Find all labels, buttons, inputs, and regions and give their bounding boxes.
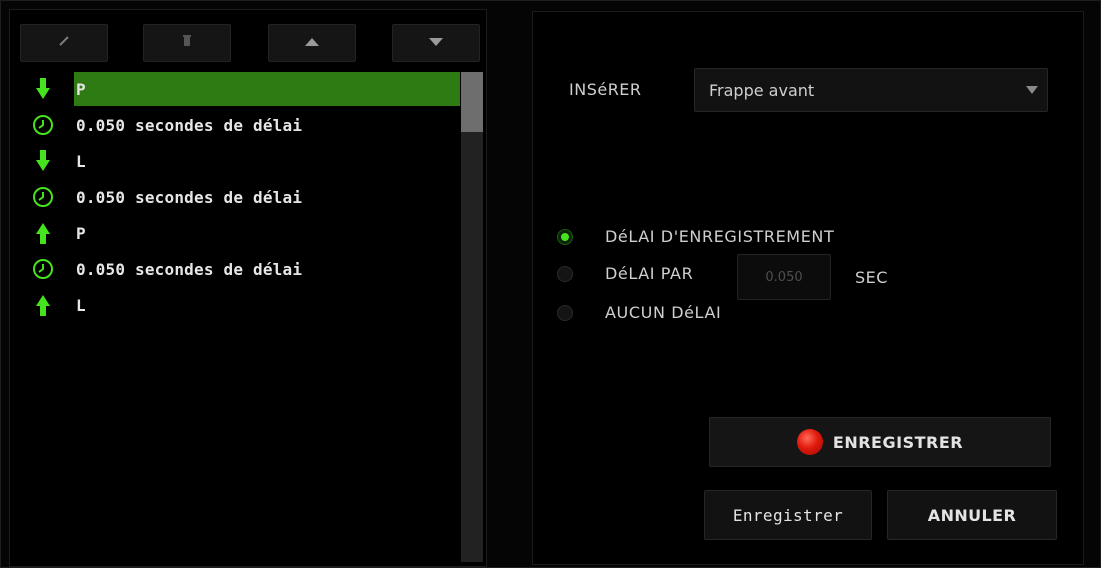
record-button-label: ENREGISTRER	[832, 432, 964, 452]
radio-record-delay-label: DéLAI D'ENREGISTREMENT	[605, 227, 835, 246]
macro-toolbar	[10, 10, 486, 66]
list-item[interactable]: P	[12, 72, 460, 106]
list-item-label: L	[76, 151, 86, 171]
trash-icon	[181, 34, 193, 52]
insert-dropdown-value: Frappe avant	[709, 80, 815, 100]
radio-no-delay-label: AUCUN DéLAI	[605, 303, 722, 322]
list-item[interactable]: 0.050 secondes de délai	[12, 252, 460, 286]
delete-button[interactable]	[143, 24, 231, 62]
insert-dropdown[interactable]: Frappe avant	[694, 68, 1048, 112]
key-down-icon	[12, 144, 74, 178]
list-item-label: 0.050 secondes de délai	[76, 115, 303, 135]
macro-editor-window: P 0.050 secondes de délai L 0.050 second…	[0, 0, 1101, 568]
edit-button[interactable]	[20, 24, 108, 62]
delay-seconds-input[interactable]: 0.050	[737, 254, 831, 300]
insert-label: INSéRER	[569, 80, 642, 99]
pencil-icon	[57, 34, 71, 52]
list-item[interactable]: L	[12, 288, 460, 322]
radio-button-selected[interactable]	[557, 228, 573, 245]
radio-fixed-delay[interactable]: DéLAI PAR	[557, 264, 693, 283]
list-scrollbar[interactable]	[461, 72, 483, 562]
scrollbar-thumb[interactable]	[461, 72, 483, 132]
list-item-label: 0.050 secondes de délai	[76, 187, 303, 207]
radio-button[interactable]	[557, 265, 573, 282]
record-button[interactable]: ENREGISTRER	[709, 417, 1051, 467]
arrow-down-icon	[428, 36, 444, 51]
arrow-up-icon	[304, 36, 320, 51]
save-button[interactable]: Enregistrer	[704, 490, 872, 540]
list-item[interactable]: P	[12, 216, 460, 250]
radio-fixed-delay-label: DéLAI PAR	[605, 264, 694, 283]
move-down-button[interactable]	[392, 24, 480, 62]
list-item[interactable]: 0.050 secondes de délai	[12, 108, 460, 142]
list-item[interactable]: L	[12, 144, 460, 178]
cancel-button[interactable]: ANNULER	[887, 490, 1057, 540]
radio-record-delay[interactable]: DéLAI D'ENREGISTREMENT	[557, 227, 834, 246]
clock-icon	[12, 252, 74, 286]
list-item[interactable]: 0.050 secondes de délai	[12, 180, 460, 214]
clock-icon	[12, 180, 74, 214]
list-item-label: 0.050 secondes de délai	[76, 259, 303, 279]
list-item-label: P	[74, 72, 460, 106]
key-up-icon	[12, 288, 74, 322]
chevron-down-icon	[1017, 86, 1047, 94]
seconds-unit-label: SEC	[855, 268, 888, 287]
macro-event-list[interactable]: P 0.050 secondes de délai L 0.050 second…	[12, 72, 460, 562]
list-item-label: L	[76, 295, 86, 315]
key-up-icon	[12, 216, 74, 250]
macro-list-panel: P 0.050 secondes de délai L 0.050 second…	[9, 9, 487, 567]
list-item-label: P	[76, 223, 86, 243]
move-up-button[interactable]	[268, 24, 356, 62]
record-icon	[796, 429, 823, 455]
clock-icon	[12, 108, 74, 142]
radio-no-delay[interactable]: AUCUN DéLAI	[557, 303, 721, 322]
key-down-icon	[12, 72, 74, 106]
radio-button[interactable]	[557, 304, 573, 321]
macro-settings-panel: INSéRER Frappe avant DéLAI D'ENREGISTREM…	[532, 11, 1084, 565]
